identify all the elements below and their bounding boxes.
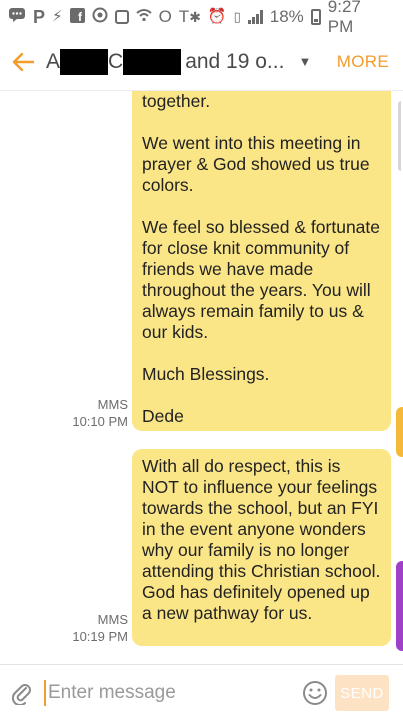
- title-initial-a: A: [46, 49, 61, 73]
- camera-icon: [92, 7, 108, 26]
- message-meta: MMS 10:10 PM: [50, 396, 128, 430]
- message-time: 10:19 PM: [72, 629, 128, 644]
- conversation-title[interactable]: A C and 19 o... ▼: [46, 48, 327, 75]
- alarm-icon: ⏰: [207, 8, 227, 25]
- messages-icon: [8, 7, 26, 26]
- edge-panel-handle[interactable]: [396, 407, 403, 457]
- flash-icon: ⚡: [52, 8, 63, 25]
- message-paragraph: We went into this meeting in prayer & Go…: [142, 133, 370, 195]
- back-arrow-icon: [12, 52, 34, 71]
- clock: 9:27 PM: [327, 0, 361, 36]
- bluetooth-icon: ✱: [189, 8, 201, 25]
- vibrate-icon: ▯: [233, 9, 241, 24]
- system-icons: ✱ ⏰ ▯ 18% 9:27 PM: [189, 0, 391, 37]
- facebook-icon: f: [69, 7, 85, 26]
- title-initial-c: C: [108, 49, 124, 73]
- scrollbar[interactable]: [398, 101, 401, 171]
- o-icon: O: [158, 7, 172, 26]
- message-bubble[interactable]: together. We went into this meeting in p…: [132, 91, 391, 431]
- attach-button[interactable]: [0, 665, 44, 721]
- message-bubble[interactable]: With all do respect, this is NOT to infl…: [132, 449, 391, 646]
- emoji-button[interactable]: [295, 665, 335, 721]
- message-input[interactable]: [48, 682, 295, 704]
- send-button[interactable]: SEND: [335, 675, 389, 711]
- wifi-icon: [135, 8, 152, 25]
- signal-icon: [247, 9, 263, 24]
- more-button[interactable]: MORE: [327, 52, 403, 72]
- message-type: MMS: [97, 397, 128, 412]
- tf-icon: T: [178, 7, 190, 26]
- message-input-wrap[interactable]: [44, 665, 295, 721]
- conversation-header: A C and 19 o... ▼ MORE: [0, 33, 403, 91]
- message-meta: MMS 10:19 PM: [50, 611, 128, 645]
- redacted-name-block: [60, 48, 109, 75]
- edge-panel-handle[interactable]: [396, 561, 403, 651]
- message-paragraph: Dede: [142, 406, 184, 426]
- message-composer: SEND: [0, 664, 403, 721]
- battery-percent: 18%: [269, 6, 304, 26]
- message-paragraph: With all do respect, this is NOT to infl…: [142, 456, 381, 623]
- notification-icons: P ⚡ f O T: [8, 7, 189, 26]
- message-paragraph: We feel so blessed & fortunate for close…: [142, 217, 381, 342]
- text-cursor: [44, 680, 46, 706]
- dropdown-arrow-icon[interactable]: ▼: [298, 54, 311, 69]
- smiley-icon: [303, 681, 327, 705]
- message-type: MMS: [97, 612, 128, 627]
- redacted-name-block: [123, 48, 182, 75]
- parking-icon: P: [33, 6, 46, 27]
- message-paragraph: together.: [142, 91, 211, 111]
- back-button[interactable]: [0, 33, 46, 91]
- title-participants: and 19 o...: [185, 49, 285, 73]
- message-paragraph: Much Blessings.: [142, 364, 270, 384]
- paperclip-icon: [12, 684, 31, 705]
- message-list[interactable]: together. We went into this meeting in p…: [0, 91, 403, 664]
- gallery-icon: [114, 9, 129, 24]
- battery-icon: [310, 8, 321, 25]
- message-time: 10:10 PM: [72, 414, 128, 429]
- status-bar: P ⚡ f O T ✱ ⏰ ▯ 18% 9:27 PM: [0, 0, 403, 36]
